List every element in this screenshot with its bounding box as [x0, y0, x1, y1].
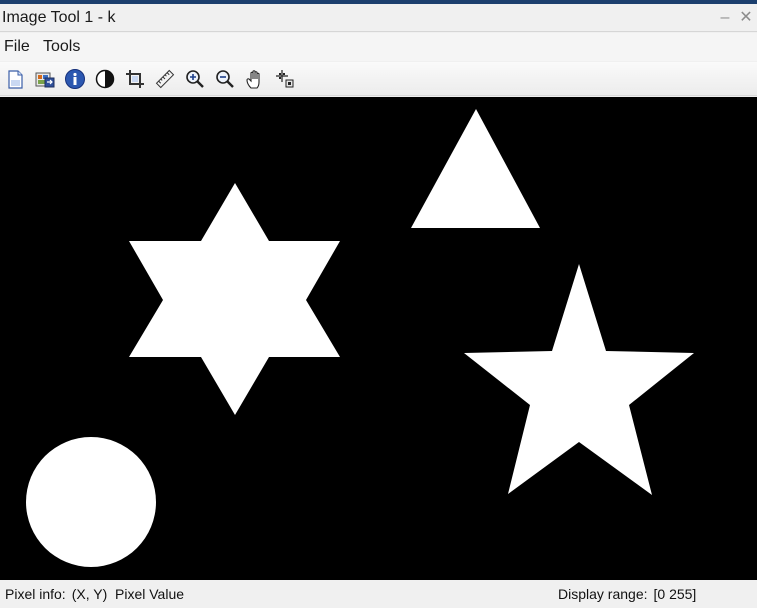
menu-file[interactable]: File — [4, 38, 30, 56]
menu-tools[interactable]: Tools — [43, 38, 80, 56]
display-range: Display range: [0 255] — [558, 586, 696, 602]
adjust-contrast-button[interactable] — [94, 68, 116, 90]
image-information-icon — [65, 69, 85, 89]
pixel-info-value: (X, Y) Pixel Value — [71, 586, 185, 602]
title-bar: Image Tool 1 - k – ✕ — [0, 4, 757, 32]
image-display[interactable] — [0, 97, 757, 580]
export-to-workspace-icon — [35, 72, 55, 88]
export-button[interactable] — [34, 68, 56, 90]
close-button[interactable]: ✕ — [737, 8, 755, 28]
image-canvas[interactable] — [0, 97, 757, 580]
zoom-in-icon — [186, 70, 204, 88]
crop-button[interactable] — [124, 68, 146, 90]
pan-hand-icon — [246, 70, 260, 89]
pixel-region-icon — [276, 70, 294, 88]
crop-icon — [126, 70, 144, 88]
zoom-in-button[interactable] — [184, 68, 206, 90]
display-range-label: Display range: — [558, 586, 648, 602]
image-tool-window: Image Tool 1 - k – ✕ File Tools Pixel in… — [0, 0, 757, 608]
status-bar: Pixel info: (X, Y) Pixel Value Display ra… — [0, 581, 757, 608]
display-range-value: [0 255] — [653, 586, 697, 602]
new-figure-icon — [8, 70, 23, 89]
new-figure-button[interactable] — [4, 68, 26, 90]
adjust-contrast-icon — [95, 69, 115, 89]
image-info-button[interactable] — [64, 68, 86, 90]
pixel-info: Pixel info: (X, Y) Pixel Value — [5, 586, 184, 602]
toolbar — [0, 62, 757, 96]
pixel-info-label: Pixel info: — [5, 586, 66, 602]
zoom-out-button[interactable] — [214, 68, 236, 90]
measure-distance-button[interactable] — [154, 68, 176, 90]
menu-bar: File Tools — [0, 33, 757, 61]
pan-button[interactable] — [244, 68, 266, 90]
window-title: Image Tool 1 - k — [2, 9, 116, 26]
measure-distance-icon — [155, 69, 175, 89]
minimize-button[interactable]: – — [716, 8, 734, 28]
pixel-region-button[interactable] — [274, 68, 296, 90]
zoom-out-icon — [216, 70, 234, 88]
circle-shape — [26, 437, 156, 567]
